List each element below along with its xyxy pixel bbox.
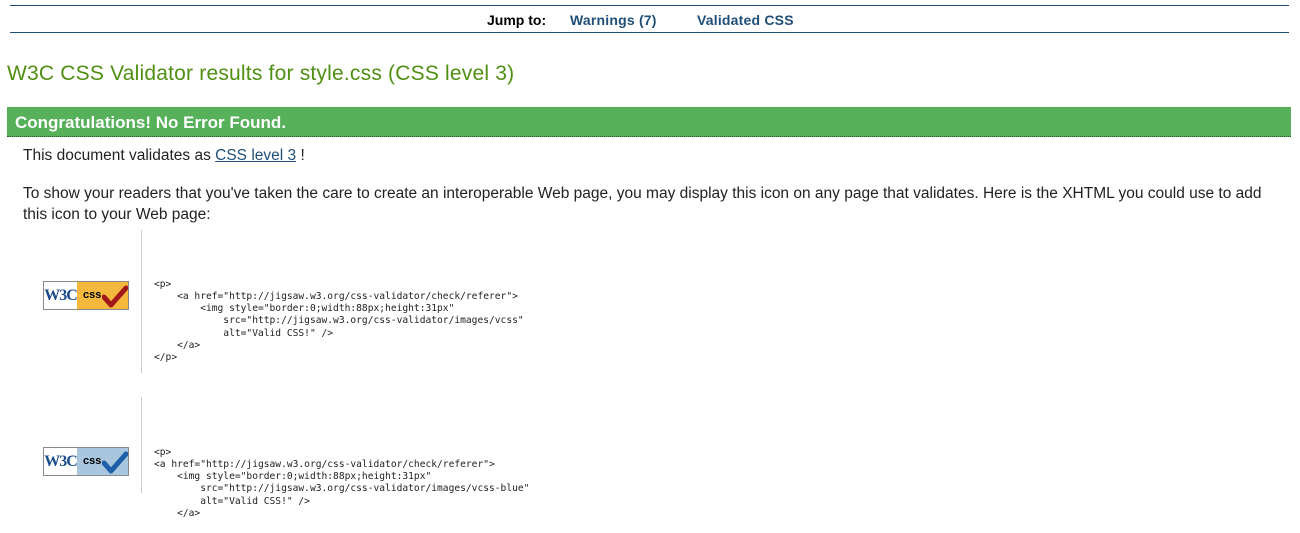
validates-prefix: This document validates as bbox=[23, 147, 211, 164]
valid-css-badge-blue: W3C css bbox=[43, 447, 129, 476]
xhtml-code-gold: <p> <a href="http://jigsaw.w3.org/css-va… bbox=[141, 230, 524, 373]
checkmark-icon bbox=[102, 451, 128, 474]
jump-navigation: Jump to: Warnings (7) Validated CSS bbox=[10, 5, 1289, 33]
xhtml-code-blue: <p> <a href="http://jigsaw.w3.org/css-va… bbox=[141, 397, 529, 519]
success-banner: Congratulations! No Error Found. bbox=[7, 107, 1291, 137]
validated-css-link[interactable]: Validated CSS bbox=[697, 12, 794, 28]
code-text: <p> <a href="http://jigsaw.w3.org/css-va… bbox=[154, 278, 524, 364]
warnings-link[interactable]: Warnings (7) bbox=[570, 12, 657, 28]
code-text: <p> <a href="http://jigsaw.w3.org/css-va… bbox=[154, 446, 530, 520]
w3c-logo-text: W3C bbox=[44, 448, 78, 475]
success-banner-text: Congratulations! No Error Found. bbox=[15, 113, 287, 132]
validates-line: This document validates as CSS level 3 ! bbox=[23, 147, 305, 165]
jump-label: Jump to: bbox=[487, 12, 547, 28]
valid-css-badge-gold: W3C css bbox=[43, 281, 129, 310]
w3c-logo-text: W3C bbox=[44, 282, 78, 309]
validates-suffix: ! bbox=[300, 147, 305, 164]
checkmark-icon bbox=[102, 285, 128, 308]
badge-info-paragraph: To show your readers that you've taken t… bbox=[23, 185, 1262, 223]
page-title: W3C CSS Validator results for style.css … bbox=[7, 62, 515, 85]
css-level-link[interactable]: CSS level 3 bbox=[215, 147, 296, 164]
